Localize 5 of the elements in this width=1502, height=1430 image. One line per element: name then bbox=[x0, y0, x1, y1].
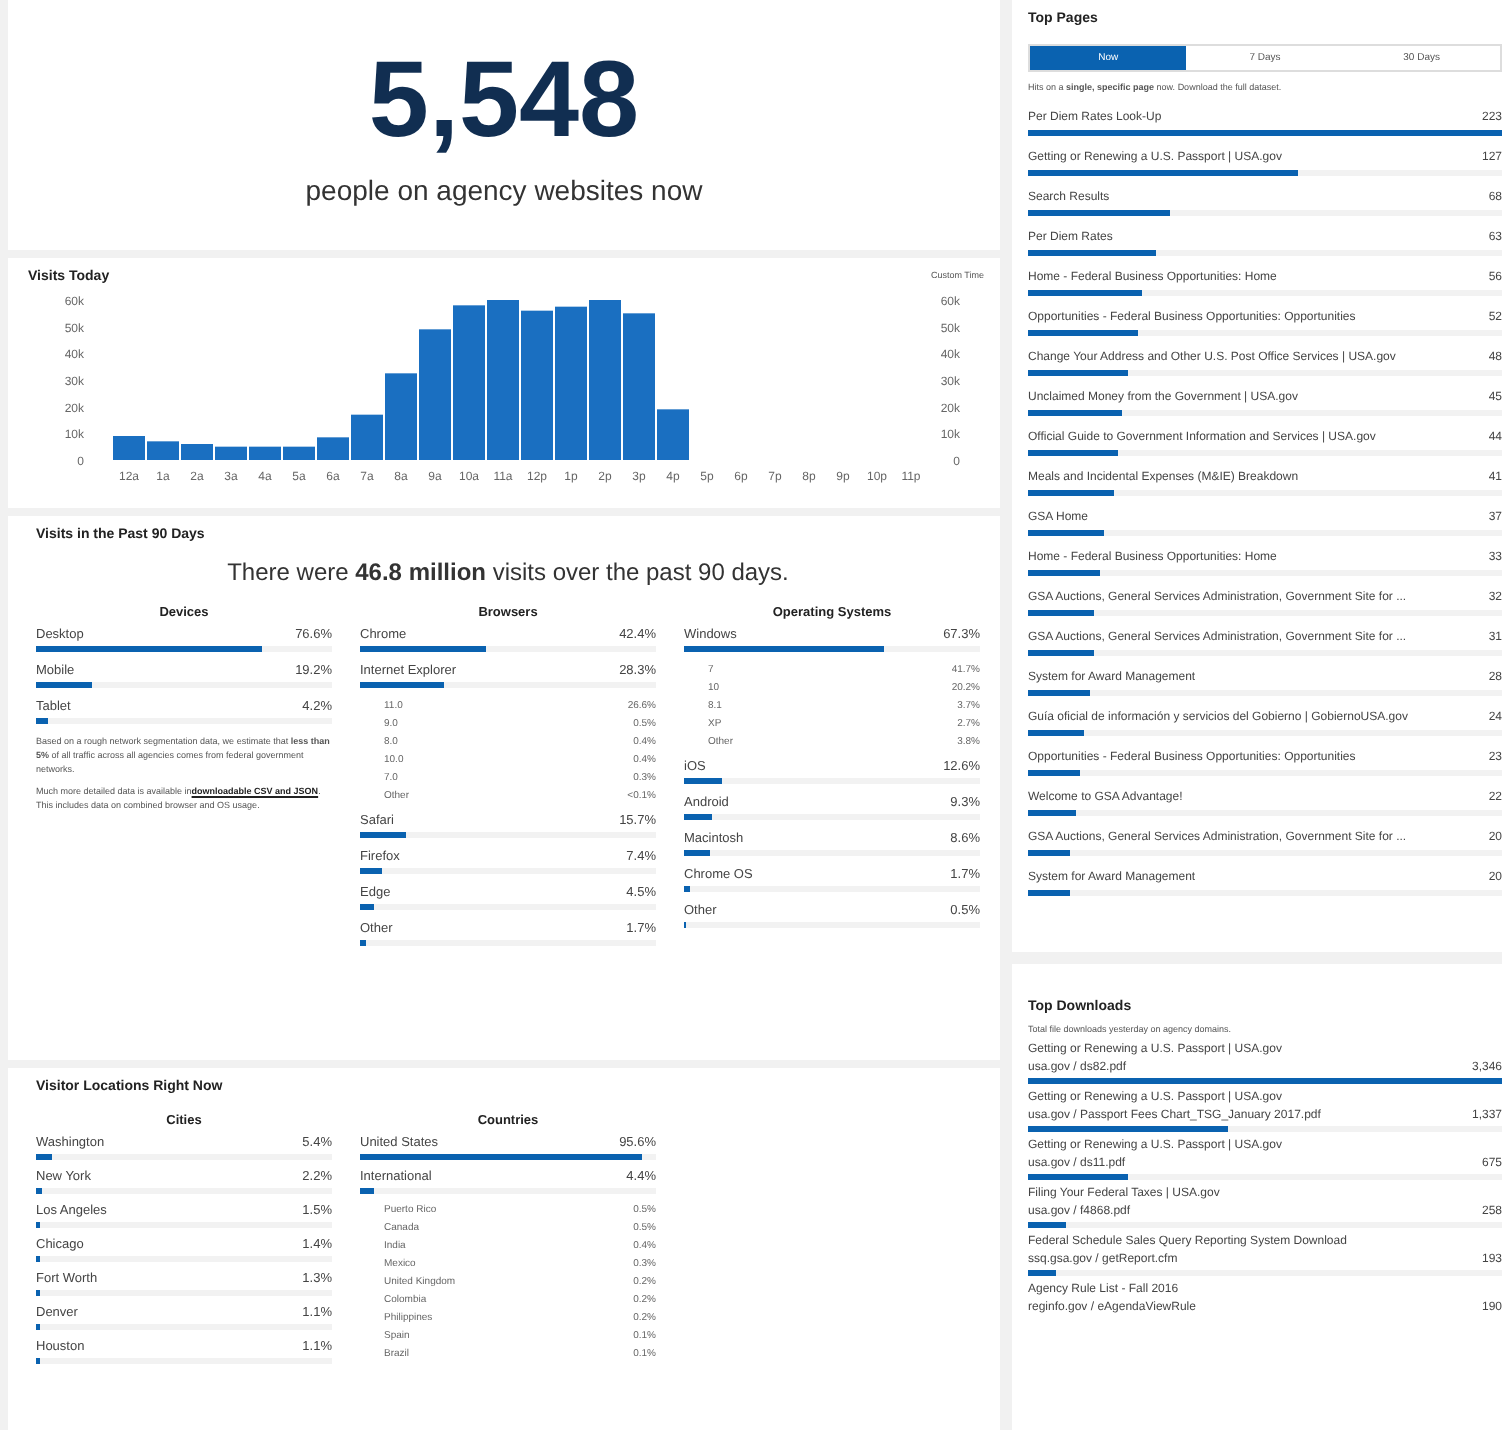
visitor-caption: people on agency websites now bbox=[305, 173, 703, 205]
chart-bar bbox=[113, 436, 145, 460]
summary-text: There were 46.8 million visits over the past 90 days. bbox=[225, 558, 791, 586]
visitor-count: 5,548 bbox=[368, 45, 640, 153]
chart-bar bbox=[147, 441, 179, 460]
